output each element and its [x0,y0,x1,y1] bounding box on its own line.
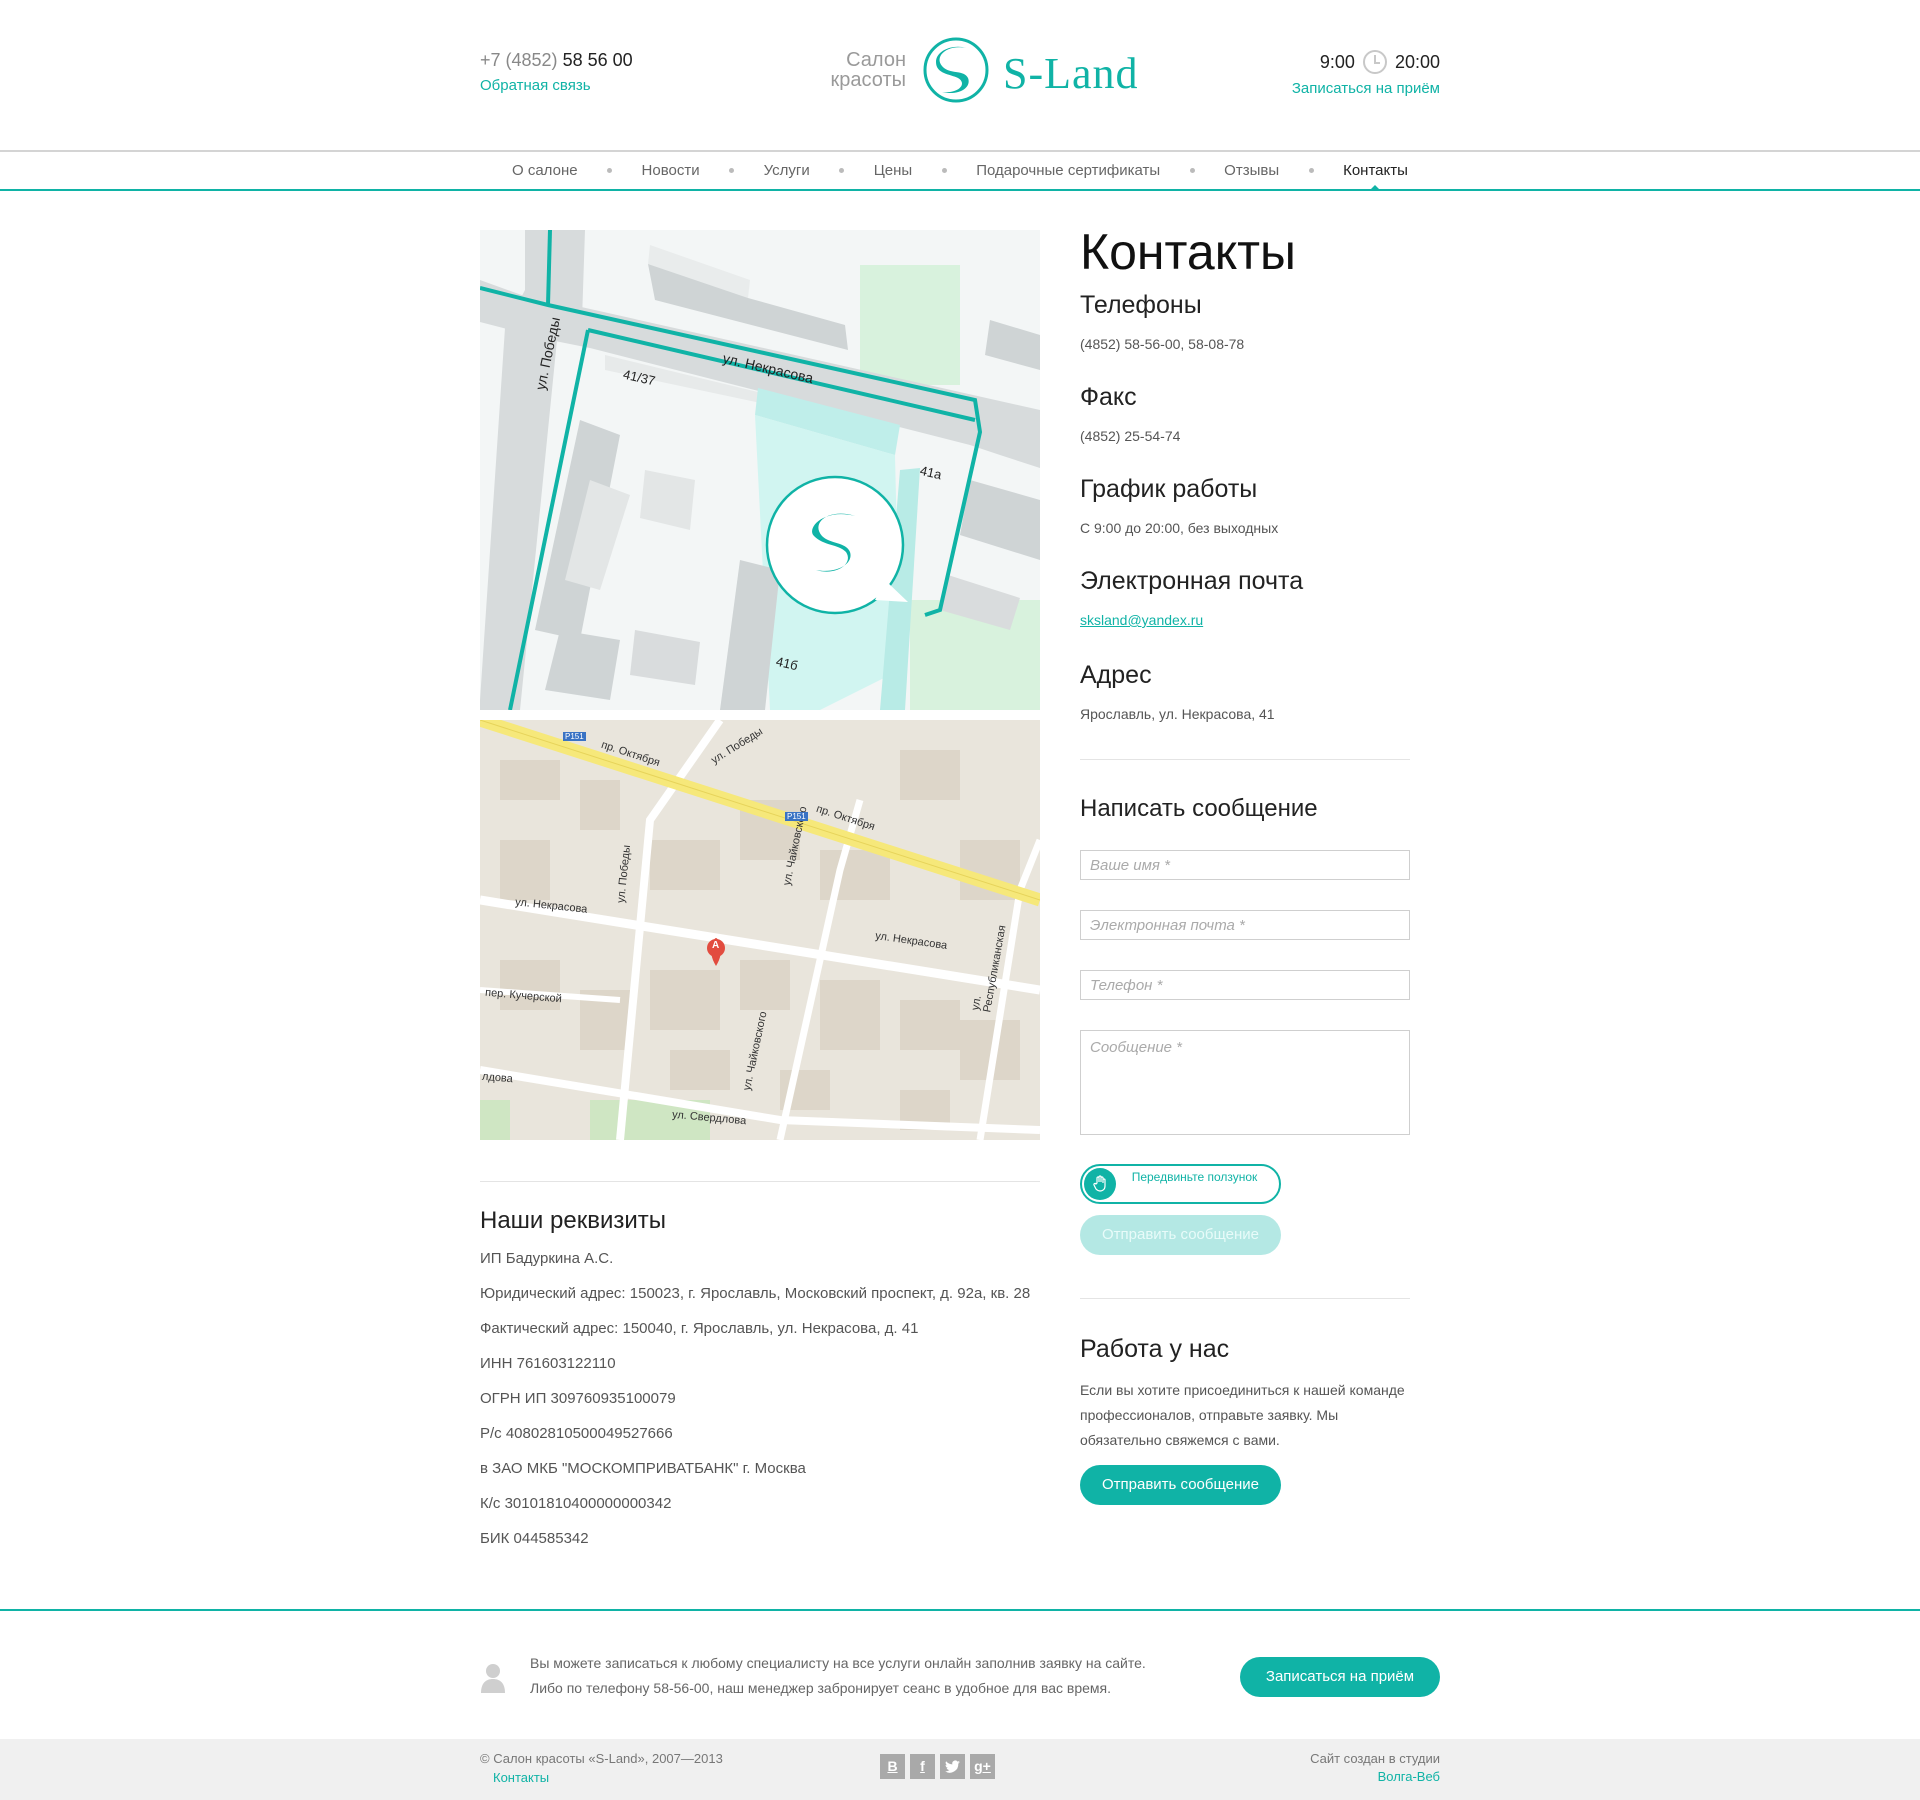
form-title: Написать сообщение [1080,795,1318,822]
nav-item-reviews[interactable]: Отзывы [1224,162,1279,179]
person-icon [481,1664,505,1693]
address-heading: Адрес [1080,661,1152,689]
nav-separator [729,168,735,173]
book-appointment-button[interactable]: Записаться на приём [1240,1657,1440,1697]
phone-number: 58 56 00 [562,50,633,70]
social-links: В f g+ [880,1754,995,1779]
schematic-map[interactable]: ул. Некрасова ул. Победы 41/37 41а 41б [480,230,1040,710]
booking-cta: Вы можете записаться к любому специалист… [0,1609,1920,1739]
copyright: © Салон красоты «S-Land», 2007—2013 [480,1751,723,1766]
nav-separator [1189,168,1195,173]
working-hours: 9:00 20:00 [1292,50,1440,74]
city-map-drawing [480,720,1040,1140]
logo-sub-line-1: Салон [846,49,906,71]
city-map-label: лдова [481,1070,514,1086]
nav-item-prices[interactable]: Цены [874,162,913,179]
requisite-line: ОГРН ИП 309760935100079 [480,1390,676,1407]
twitter-bird-icon [945,1760,960,1773]
schedule-heading: График работы [1080,475,1258,503]
work-text: Если вы хотите присоединиться к нашей ко… [1080,1382,1405,1448]
requisite-line: БИК 044585342 [480,1530,589,1547]
page-title: Контакты [1080,224,1296,280]
requisite-line: ИНН 761603122110 [480,1355,616,1372]
contacts-info: Контакты Телефоны (4852) 58-56-00, 58-08… [1080,220,1410,722]
nav-item-news[interactable]: Новости [642,162,700,179]
nav-separator [607,168,613,173]
requisite-line: в ЗАО МКБ "МОСКОМПРИВАТБАНК" г. Москва [480,1460,806,1477]
studio-link[interactable]: Волга-Веб [1378,1769,1440,1784]
cta-line: Либо по телефону 58-56-00, наш менеджер … [530,1680,1112,1696]
name-input[interactable] [1080,850,1410,880]
facebook-icon[interactable]: f [910,1754,935,1779]
message-textarea[interactable] [1080,1030,1410,1135]
booking-link[interactable]: Записаться на приём [1292,80,1440,97]
phones-heading: Телефоны [1080,291,1202,319]
vk-icon[interactable]: В [880,1754,905,1779]
map-marker-label: A [712,940,720,951]
logo-name: S-Land [1003,49,1139,98]
footer-contacts-link[interactable]: Контакты [493,1770,549,1785]
phones-value: (4852) 58-56-00, 58-08-78 [1080,336,1245,352]
hand-icon [1093,1175,1106,1192]
requisite-line: К/с 30101810400000000342 [480,1495,672,1512]
fax-value: (4852) 25-54-74 [1080,428,1181,444]
requisite-line: ИП Бадуркина А.С. [480,1250,614,1267]
logo-subtitle: Салон красоты [818,50,906,90]
google-plus-icon[interactable]: g+ [970,1754,995,1779]
schedule-value: С 9:00 до 20:00, без выходных [1080,520,1279,536]
credit-text: Сайт создан в студии [1310,1751,1440,1766]
requisites-title: Наши реквизиты [480,1207,667,1234]
requisite-line: Фактический адрес: 150040, г. Ярославль,… [480,1320,919,1337]
divider [480,1181,1040,1182]
nav-item-about[interactable]: О салоне [512,162,578,179]
nav-separator [1308,168,1314,173]
city-map[interactable]: пр. Октября пр. Октября ул. Победы ул. П… [480,720,1040,1140]
twitter-icon[interactable] [940,1754,965,1779]
cta-line: Вы можете записаться к любому специалист… [530,1655,1146,1671]
phone-input[interactable] [1080,970,1410,1000]
nav-separator [941,168,947,173]
address-value: Ярославль, ул. Некрасова, 41 [1080,706,1275,722]
logo-sub-line-2: красоты [830,69,906,91]
email-link[interactable]: sksland@yandex.ru [1080,612,1203,628]
nav-separator [839,168,845,173]
slider-handle[interactable] [1084,1168,1116,1200]
email-heading: Электронная почта [1080,567,1304,595]
site-header: +7 (4852) 58 56 00 Обратная связь Салон к… [0,0,1920,150]
work-title: Работа у нас [1080,1335,1230,1363]
captcha-slider[interactable]: Передвиньте ползунок [1080,1164,1281,1204]
slider-label: Передвиньте ползунок [1131,1170,1258,1184]
feedback-link[interactable]: Обратная связь [480,77,633,94]
site-logo[interactable]: Салон красоты S-Land [818,36,1148,106]
clock-icon [1362,50,1387,74]
site-footer: © Салон красоты «S-Land», 2007—2013 Конт… [0,1739,1920,1800]
nav-item-gift-certificates[interactable]: Подарочные сертификаты [976,162,1160,179]
logo-s-icon [923,37,989,103]
schematic-map-drawing [480,230,1040,710]
submit-message-button[interactable]: Отправить сообщение [1080,1215,1281,1255]
nav-item-contacts[interactable]: Контакты [1343,162,1408,191]
road-badge: P151 [785,812,808,821]
main-nav: О салоне Новости Услуги Цены Подарочные … [0,150,1920,191]
email-input[interactable] [1080,910,1410,940]
cta-text: Вы можете записаться к любому специалист… [530,1651,1210,1701]
header-phone: +7 (4852) 58 56 00 [480,50,633,71]
requisite-line: Юридический адрес: 150023, г. Ярославль,… [480,1285,1031,1302]
hours-close: 20:00 [1394,51,1440,72]
nav-item-services[interactable]: Услуги [764,162,810,179]
header-contacts: +7 (4852) 58 56 00 Обратная связь [480,50,633,94]
studio-credit: Сайт создан в студии Волга-Веб [1310,1751,1440,1784]
phone-prefix: +7 (4852) [480,50,558,70]
divider [1080,1298,1410,1299]
fax-heading: Факс [1080,383,1137,411]
divider [1080,759,1410,760]
requisite-line: Р/с 40802810500049527666 [480,1425,673,1442]
header-hours: 9:00 20:00 Записаться на приём [1292,50,1440,97]
hours-open: 9:00 [1319,51,1355,72]
work-apply-button[interactable]: Отправить сообщение [1080,1465,1281,1505]
road-badge: P151 [563,732,586,741]
nav-items: О салоне Новости Услуги Цены Подарочные … [480,152,1440,191]
requisites-list: ИП Бадуркина А.С. Юридический адрес: 150… [480,1250,1040,1565]
